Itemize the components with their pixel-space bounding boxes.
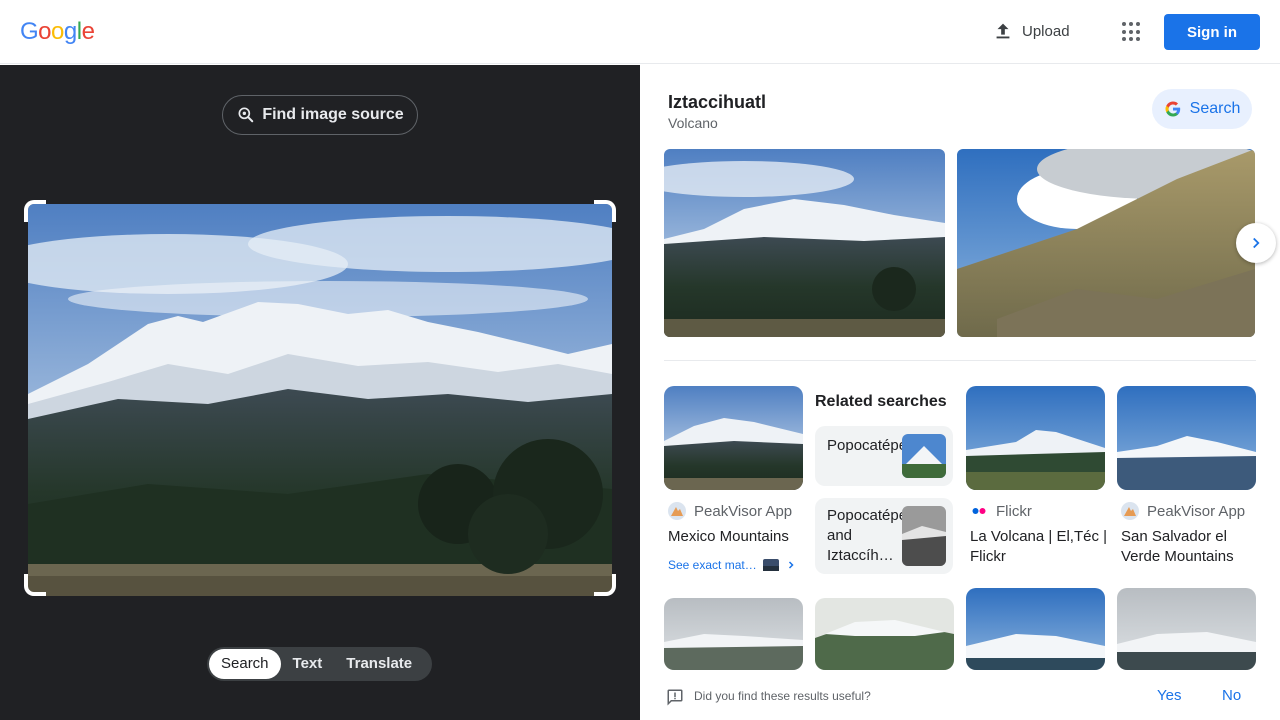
result-title-3[interactable]: San Salvador el Verde Mountains <box>1121 527 1261 567</box>
find-image-source-label: Find image source <box>262 106 404 123</box>
related-search-chip-1[interactable]: Popocatépetl <box>815 426 953 486</box>
feedback-question: Did you find these results useful? <box>694 689 871 703</box>
peakvisor-favicon-icon <box>1121 502 1139 520</box>
flickr-favicon-icon <box>972 508 986 514</box>
related-thumb-1 <box>902 434 946 478</box>
result-title-1[interactable]: Mexico Mountains <box>668 527 808 547</box>
lens-search-icon <box>238 107 254 123</box>
crop-handle-bottom-left[interactable] <box>24 574 46 596</box>
exact-match-thumb-icon <box>762 559 779 571</box>
entity-search-button[interactable]: Search <box>1152 89 1252 129</box>
top-bar: Google Upload Sign in <box>0 0 1280 64</box>
upload-button[interactable]: Upload <box>992 20 1070 42</box>
entity-image-1[interactable] <box>664 149 945 337</box>
crop-handle-bottom-right[interactable] <box>594 574 616 596</box>
next-images-button[interactable] <box>1236 223 1276 263</box>
result-image-3[interactable] <box>1117 386 1256 490</box>
find-image-source-button[interactable]: Find image source <box>222 95 418 135</box>
apps-grid-icon[interactable] <box>1122 22 1142 42</box>
google-logo[interactable]: Google <box>20 18 95 46</box>
query-image <box>28 204 612 596</box>
entity-subtitle: Volcano <box>668 115 718 131</box>
entity-image-2[interactable] <box>957 149 1255 337</box>
result-image-5[interactable] <box>815 598 954 670</box>
crop-handle-top-left[interactable] <box>24 200 46 222</box>
section-divider <box>664 360 1256 361</box>
entity-search-label: Search <box>1189 100 1241 117</box>
entity-title[interactable]: Iztaccihuatl <box>668 92 766 113</box>
chevron-right-icon <box>1253 237 1260 249</box>
sign-in-button[interactable]: Sign in <box>1164 14 1260 50</box>
result-source-1[interactable]: PeakVisor App <box>668 502 792 520</box>
logo-letter-5: e <box>81 18 95 45</box>
feedback-icon <box>667 689 683 706</box>
upload-icon <box>996 23 1010 39</box>
results-panel: Iztaccihuatl Volcano Search PeakVisor Ap… <box>640 65 1280 720</box>
crop-handle-top-right[interactable] <box>594 200 616 222</box>
image-preview-panel: Find image source Search Text Translate <box>0 65 640 720</box>
logo-letter-1: o <box>38 18 52 45</box>
chevron-right-icon <box>788 561 794 569</box>
feedback-no-button[interactable]: No <box>1222 687 1241 704</box>
result-source-2[interactable]: Flickr <box>970 502 1032 520</box>
mode-translate-tab[interactable]: Translate <box>334 649 424 679</box>
feedback-yes-button[interactable]: Yes <box>1157 687 1181 704</box>
related-searches-title: Related searches <box>815 393 947 410</box>
result-image-6[interactable] <box>966 588 1105 670</box>
logo-letter-3: g <box>63 18 77 45</box>
logo-letter-2: o <box>51 18 64 45</box>
result-image-7[interactable] <box>1117 588 1256 670</box>
see-exact-matches-link[interactable]: See exact mat… <box>668 558 797 572</box>
mode-search-tab[interactable]: Search <box>209 649 281 679</box>
mode-switcher: Search Text Translate <box>207 647 432 681</box>
google-g-icon <box>1165 101 1180 117</box>
related-thumb-2 <box>902 506 946 566</box>
result-title-2[interactable]: La Volcana | El,Téc | Flickr <box>970 527 1110 567</box>
feedback-bar: Did you find these results useful? Yes N… <box>640 675 1280 720</box>
peakvisor-favicon-icon <box>668 502 686 520</box>
related-search-chip-2[interactable]: Popocatépetl and Iztaccíh… <box>815 498 953 574</box>
upload-label: Upload <box>1022 22 1070 40</box>
result-source-3[interactable]: PeakVisor App <box>1121 502 1245 520</box>
logo-letter-0: G <box>20 18 39 45</box>
result-image-2[interactable] <box>966 386 1105 490</box>
mode-text-tab[interactable]: Text <box>281 649 335 679</box>
result-image-4[interactable] <box>664 598 803 670</box>
result-image-1[interactable] <box>664 386 803 490</box>
